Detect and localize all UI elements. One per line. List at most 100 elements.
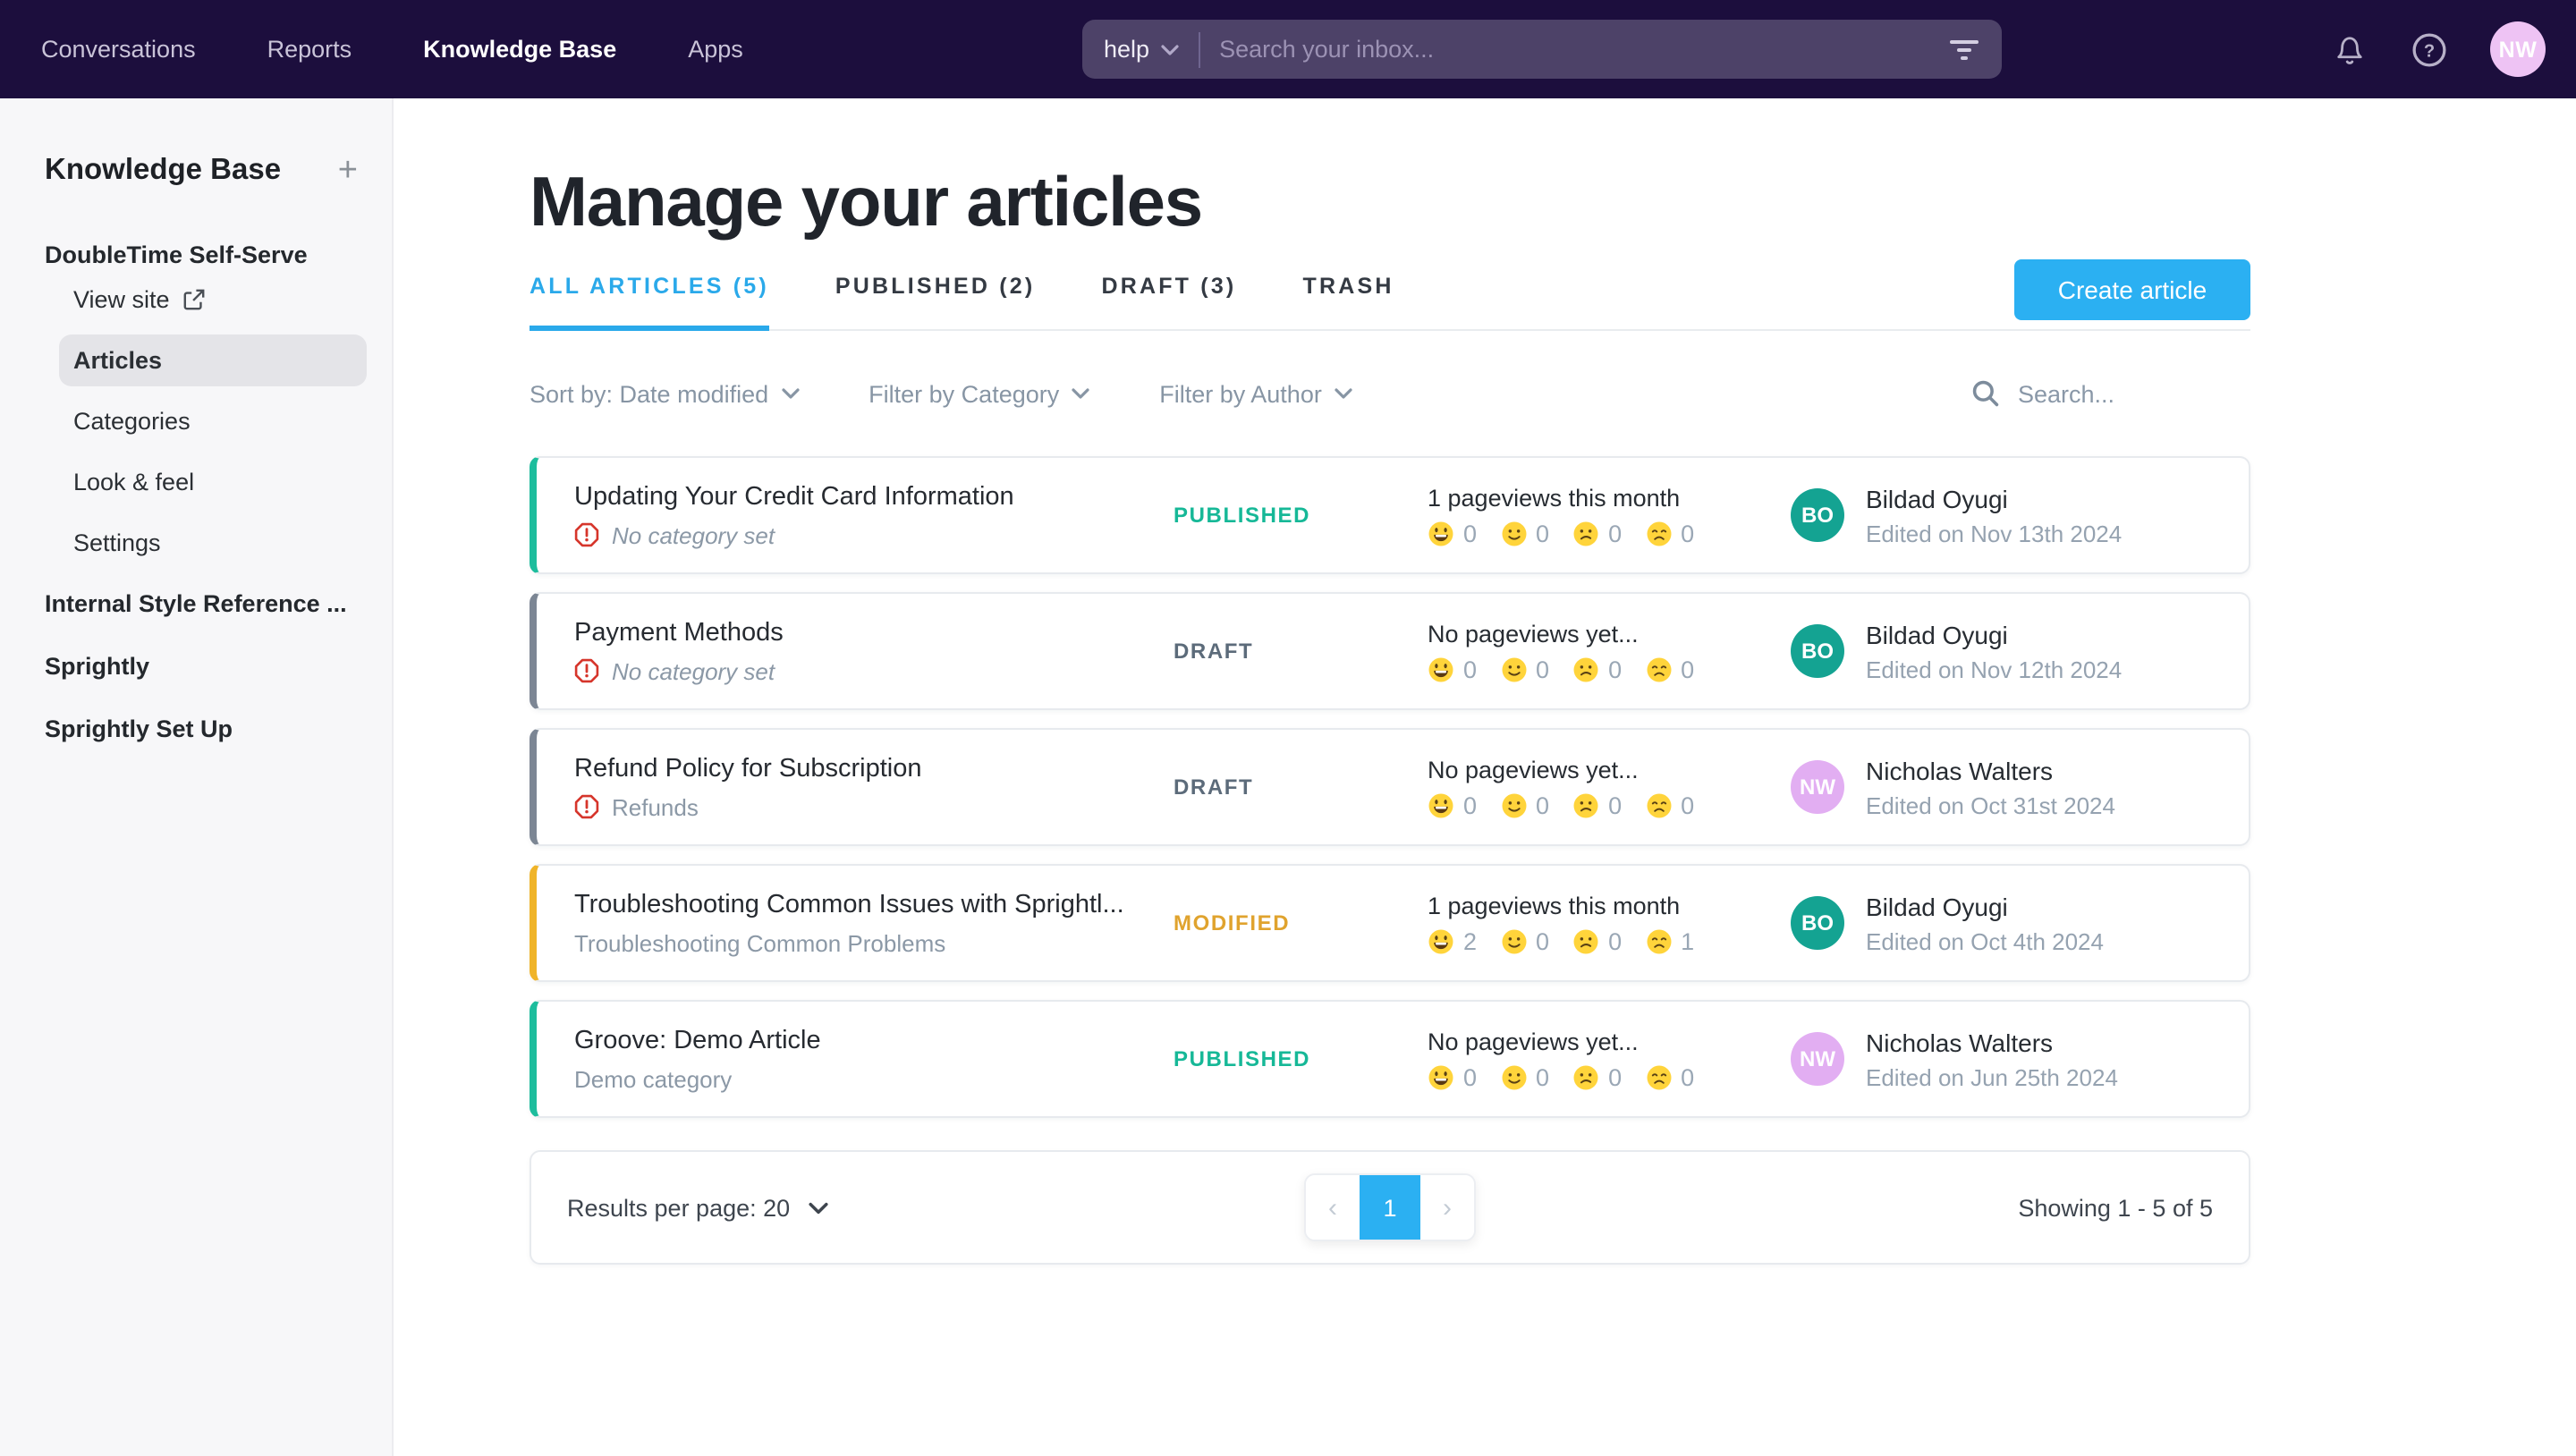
chevron-down-icon [808, 1201, 827, 1214]
article-row[interactable]: Troubleshooting Common Issues with Sprig… [530, 864, 2250, 982]
tab-draft[interactable]: DRAFT (3) [1101, 274, 1236, 331]
article-list: Updating Your Credit Card Information No… [530, 456, 2250, 1118]
grinning-emoji-icon [1428, 927, 1454, 954]
author-avatar: BO [1791, 488, 1844, 542]
reaction-count: 0 [1463, 656, 1477, 682]
app-window: Conversations Reports Knowledge Base App… [0, 0, 2576, 1456]
confused-emoji-icon [1572, 1063, 1599, 1090]
disappointed-emoji-icon [1645, 520, 1672, 546]
reaction-count: 0 [1608, 927, 1622, 954]
search-scope-dropdown[interactable]: help [1104, 36, 1178, 63]
status-badge: PUBLISHED [1174, 503, 1428, 528]
reaction-count: 0 [1681, 656, 1694, 682]
user-avatar[interactable]: NW [2490, 21, 2546, 77]
notifications-bell-icon[interactable] [2331, 29, 2368, 70]
article-tabs: ALL ARTICLES (5) PUBLISHED (2) DRAFT (3)… [530, 274, 2250, 331]
sidebar: Knowledge Base + DoubleTime Self-Serve V… [0, 98, 394, 1456]
articles-label: Articles [73, 346, 162, 373]
nav-apps[interactable]: Apps [688, 36, 743, 63]
sidebar-kb-doubletime[interactable]: DoubleTime Self-Serve [0, 241, 392, 268]
smiling-emoji-icon [1500, 927, 1527, 954]
nav-knowledge-base[interactable]: Knowledge Base [423, 36, 616, 63]
inbox-search-bar[interactable]: help [1082, 20, 2002, 79]
article-category: Troubleshooting Common Problems [574, 929, 945, 956]
confused-emoji-icon [1572, 656, 1599, 682]
sidebar-kb-sprightly-set-up[interactable]: Sprightly Set Up [0, 698, 392, 760]
confused-emoji-icon [1572, 927, 1599, 954]
filter-author-dropdown[interactable]: Filter by Author [1159, 380, 1352, 407]
next-page-button[interactable]: › [1420, 1175, 1474, 1240]
pageviews-label: No pageviews yet... [1428, 620, 1791, 647]
article-search[interactable] [1971, 379, 2250, 408]
article-title: Payment Methods [574, 618, 1174, 647]
article-title: Updating Your Credit Card Information [574, 482, 1174, 511]
sidebar-item-look-feel[interactable]: Look & feel [0, 451, 392, 512]
smiling-emoji-icon [1500, 791, 1527, 818]
tab-all-articles[interactable]: ALL ARTICLES (5) [530, 274, 769, 331]
article-row[interactable]: Payment Methods No category set DRAFT No… [530, 592, 2250, 710]
create-article-button[interactable]: Create article [2014, 259, 2250, 320]
help-icon[interactable]: ? [2410, 30, 2449, 69]
filter-category-dropdown[interactable]: Filter by Category [869, 380, 1089, 407]
categories-label: Categories [73, 407, 191, 434]
author-name: Nicholas Walters [1866, 1028, 2118, 1056]
results-per-page-dropdown[interactable]: Results per page: 20 [567, 1194, 827, 1221]
look-feel-label: Look & feel [73, 468, 194, 495]
smiling-emoji-icon [1500, 520, 1527, 546]
sidebar-kb-sprightly[interactable]: Sprightly [0, 635, 392, 698]
article-row[interactable]: Refund Policy for Subscription Refunds D… [530, 728, 2250, 846]
author-name: Bildad Oyugi [1866, 620, 2122, 648]
filters-row: Sort by: Date modified Filter by Categor… [530, 376, 2250, 411]
chevron-down-icon [1160, 44, 1178, 55]
chevron-down-icon [781, 388, 799, 399]
author-name: Bildad Oyugi [1866, 484, 2122, 512]
article-row[interactable]: Groove: Demo Article Demo category PUBLI… [530, 1000, 2250, 1118]
sidebar-item-categories[interactable]: Categories [0, 390, 392, 451]
status-badge: MODIFIED [1174, 910, 1428, 935]
status-badge: PUBLISHED [1174, 1046, 1428, 1071]
current-page-button[interactable]: 1 [1360, 1175, 1420, 1240]
kb-label: Sprightly [45, 653, 149, 680]
reaction-count: 0 [1536, 1063, 1549, 1090]
reaction-count: 0 [1608, 791, 1622, 818]
topbar-right-controls: ? NW [2331, 0, 2546, 98]
page-title: Manage your articles [530, 165, 2250, 243]
author-avatar: BO [1791, 896, 1844, 950]
sort-by-dropdown[interactable]: Sort by: Date modified [530, 380, 799, 407]
tab-published[interactable]: PUBLISHED (2) [835, 274, 1036, 331]
edited-date: Edited on Oct 31st 2024 [1866, 791, 2115, 818]
article-search-input[interactable] [2018, 380, 2250, 407]
sidebar-item-articles[interactable]: Articles [0, 329, 392, 390]
sidebar-item-settings[interactable]: Settings [0, 512, 392, 572]
nav-reports[interactable]: Reports [267, 36, 352, 63]
author-name: Nicholas Walters [1866, 756, 2115, 784]
article-category: No category set [612, 657, 775, 684]
sidebar-heading: Knowledge Base [45, 154, 281, 188]
add-knowledge-base-button[interactable]: + [338, 154, 358, 188]
filter-icon[interactable] [1948, 37, 1980, 62]
sidebar-item-view-site[interactable]: View site [0, 268, 392, 329]
pagination-bar: Results per page: 20 ‹ 1 › Showing 1 - 5… [530, 1150, 2250, 1265]
pageviews-label: 1 pageviews this month [1428, 484, 1791, 511]
reaction-count: 0 [1536, 927, 1549, 954]
inbox-search-input[interactable] [1219, 36, 1948, 63]
primary-nav: Conversations Reports Knowledge Base App… [41, 36, 815, 63]
article-title: Groove: Demo Article [574, 1026, 1174, 1054]
warning-icon [574, 658, 599, 683]
view-site-label: View site [73, 285, 170, 312]
sidebar-kb-internal-style-reference[interactable]: Internal Style Reference ... [0, 572, 392, 635]
tab-trash[interactable]: TRASH [1302, 274, 1394, 331]
edited-date: Edited on Nov 13th 2024 [1866, 520, 2122, 546]
warning-icon [574, 794, 599, 819]
disappointed-emoji-icon [1645, 656, 1672, 682]
external-link-icon [182, 287, 206, 310]
previous-page-button[interactable]: ‹ [1306, 1175, 1360, 1240]
filter-author-label: Filter by Author [1159, 380, 1322, 407]
nav-conversations[interactable]: Conversations [41, 36, 196, 63]
article-category: No category set [612, 521, 775, 548]
reaction-counts: 0 0 0 0 [1428, 1063, 1791, 1090]
reaction-count: 0 [1608, 656, 1622, 682]
pager: ‹ 1 › [1304, 1173, 1476, 1241]
article-row[interactable]: Updating Your Credit Card Information No… [530, 456, 2250, 574]
reaction-counts: 0 0 0 0 [1428, 520, 1791, 546]
